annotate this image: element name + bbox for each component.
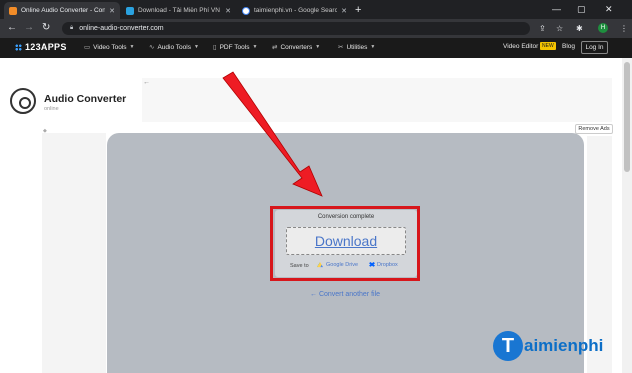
watermark-logo-icon: T — [493, 331, 523, 361]
watermark-text: aimienphi — [524, 336, 604, 355]
taimienphi-watermark: T aimienphi — [493, 331, 603, 361]
red-pointer-arrow-icon — [222, 71, 323, 197]
scrollbar-thumb[interactable] — [624, 62, 630, 172]
